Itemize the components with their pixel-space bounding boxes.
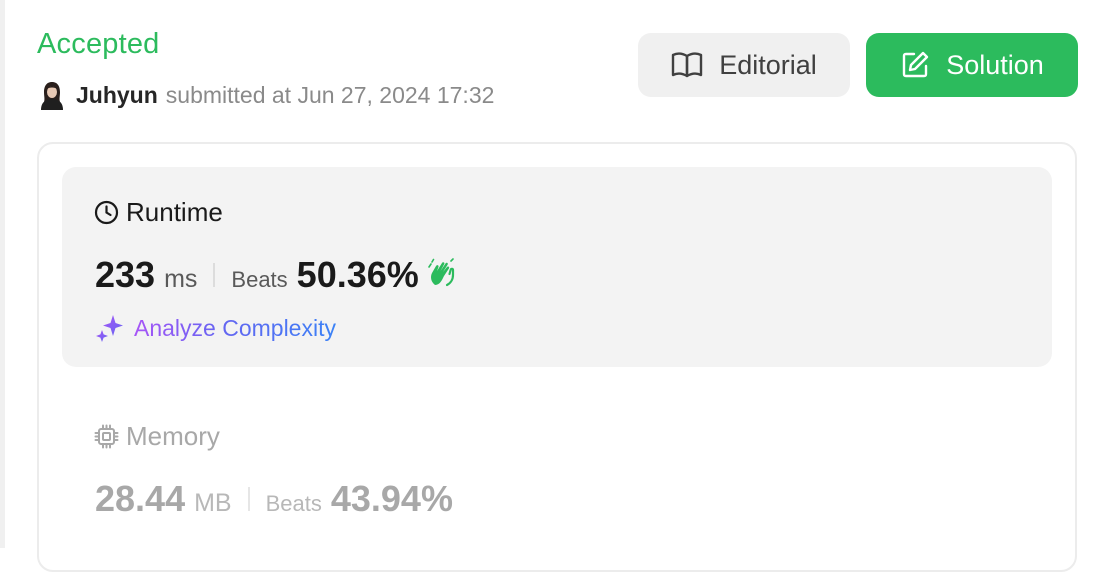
edit-icon	[903, 51, 929, 78]
runtime-title-label: Runtime	[126, 197, 223, 227]
memory-beats-value: 43.94%	[330, 478, 453, 519]
left-panel-edge	[0, 0, 5, 548]
submission-status: Accepted	[37, 28, 160, 60]
analyze-complexity-label: Analyze Complexity	[134, 314, 336, 341]
username-link[interactable]: Juhyun	[76, 82, 158, 109]
memory-value: 28.44	[95, 478, 186, 519]
clock-icon	[94, 200, 119, 225]
submitter-info: Juhyun submitted at Jun 27, 2024 17:32	[38, 78, 494, 112]
solution-label: Solution	[946, 49, 1044, 80]
user-avatar[interactable]	[38, 80, 66, 110]
runtime-beats-value: 50.36%	[296, 254, 419, 295]
runtime-title: Runtime	[94, 197, 223, 228]
memory-title[interactable]: Memory	[94, 421, 220, 452]
memory-title-label: Memory	[126, 421, 220, 451]
memory-stats: 28.44 MB Beats 43.94%	[95, 478, 453, 520]
book-icon	[672, 52, 703, 78]
editorial-label: Editorial	[719, 49, 817, 80]
waving-hands-icon	[427, 257, 457, 293]
runtime-value: 233	[95, 254, 156, 295]
runtime-beats-label: Beats	[231, 267, 288, 292]
sparkle-icon	[96, 315, 123, 342]
memory-divider	[247, 487, 250, 511]
memory-unit: MB	[194, 489, 232, 517]
editorial-button[interactable]: Editorial	[638, 33, 850, 97]
runtime-unit: ms	[164, 265, 198, 293]
solution-button[interactable]: Solution	[866, 33, 1078, 97]
analyze-complexity-link[interactable]: Analyze Complexity	[95, 313, 336, 343]
chip-icon	[94, 424, 119, 449]
runtime-divider	[213, 263, 216, 287]
runtime-stats: 233 ms Beats 50.36%	[95, 254, 457, 296]
memory-beats-label: Beats	[265, 491, 322, 516]
submitted-timestamp: submitted at Jun 27, 2024 17:32	[165, 81, 495, 108]
